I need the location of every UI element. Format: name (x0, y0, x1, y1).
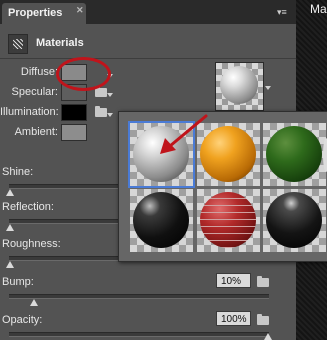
ambient-label: Ambient: (14, 126, 58, 138)
materials-icon (8, 34, 28, 54)
material-picker-popup (118, 111, 327, 262)
panel-tab-bar: Properties ✕ ▾≡ (0, 0, 296, 24)
bump-value-field[interactable]: 10% (216, 273, 251, 288)
tab-properties[interactable]: Properties ✕ (2, 3, 86, 24)
diffuse-label: Diffuse: (20, 66, 58, 78)
specular-folder-icon[interactable] (95, 86, 107, 97)
shine-slider-thumb[interactable] (6, 189, 14, 196)
opacity-value-field[interactable]: 100% (216, 311, 251, 326)
opacity-folder-icon[interactable] (257, 314, 269, 325)
materials-header: Materials (0, 29, 296, 59)
bump-slider[interactable] (9, 294, 269, 299)
panel-menu-icon[interactable]: ▾≡ (277, 7, 287, 18)
materials-title: Materials (36, 37, 84, 49)
material-tile-brick[interactable] (197, 189, 260, 252)
default-sphere (133, 126, 189, 182)
close-icon[interactable]: ✕ (76, 5, 84, 16)
bump-slider-thumb[interactable] (30, 299, 38, 306)
material-tile-black[interactable] (130, 189, 193, 252)
illumination-folder-icon[interactable] (95, 106, 107, 117)
specular-dropdown-icon[interactable] (107, 93, 113, 97)
material-tile-partial[interactable] (323, 138, 327, 172)
material-picker-dropdown-icon[interactable] (265, 86, 271, 90)
shine-label: Shine: (2, 166, 34, 178)
illumination-color-swatch[interactable] (61, 104, 87, 121)
gloss-sphere (266, 192, 322, 248)
material-preview[interactable] (215, 62, 264, 111)
green-sphere (266, 126, 322, 182)
specular-label: Specular: (11, 86, 58, 98)
opacity-label: Opacity: (2, 314, 43, 326)
orange-sphere (200, 126, 256, 182)
material-tile-orange[interactable] (197, 123, 260, 186)
bump-label: Bump: (2, 276, 34, 288)
reflection-label: Reflection: (2, 201, 54, 213)
tab-label: Properties (8, 7, 63, 19)
material-tile-green[interactable] (263, 123, 326, 186)
reflection-slider-thumb[interactable] (6, 224, 14, 231)
ambient-color-swatch[interactable] (61, 124, 87, 141)
black-sphere (133, 192, 189, 248)
preview-sphere (220, 66, 258, 104)
illumination-dropdown-icon[interactable] (107, 113, 113, 117)
material-tile-gloss[interactable] (263, 189, 326, 252)
opacity-slider-thumb[interactable] (264, 333, 272, 340)
roughness-label: Roughness: (2, 238, 61, 250)
document-text: Ma (310, 2, 327, 16)
illumination-label: Illumination: (0, 106, 59, 118)
opacity-slider[interactable] (9, 332, 269, 337)
material-tile-default[interactable] (128, 121, 195, 188)
highlight-circle (56, 57, 111, 91)
bump-folder-icon[interactable] (257, 276, 269, 287)
roughness-slider-thumb[interactable] (6, 261, 14, 268)
brick-sphere (200, 192, 256, 248)
